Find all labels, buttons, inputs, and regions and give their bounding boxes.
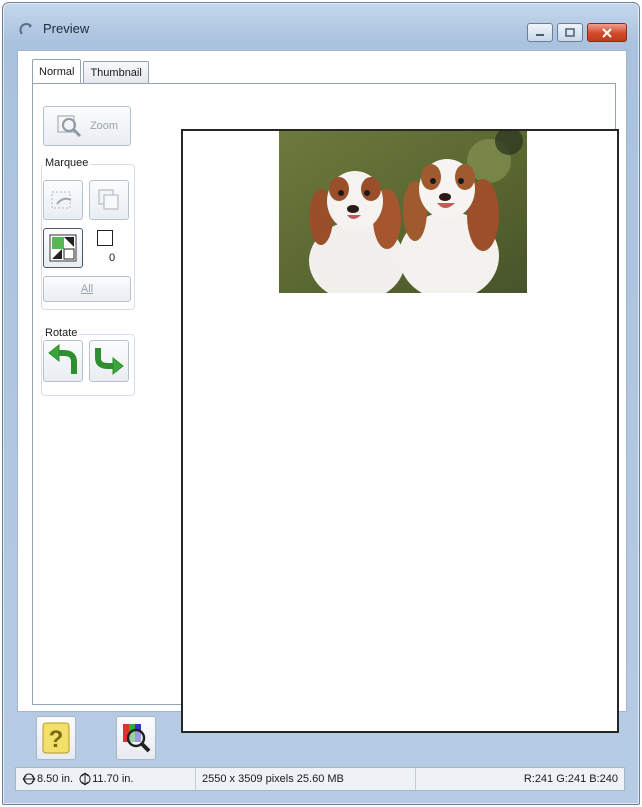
window-title: Preview (43, 21, 90, 36)
auto-locate-button[interactable] (43, 228, 83, 268)
rotate-left-button[interactable] (43, 340, 83, 382)
status-bar: 8.50 in. 11.70 in. 2550 x 3509 pixels 25… (15, 767, 625, 791)
client-area: Normal Thumbnail Zoom Marquee 0 All Rota… (17, 50, 627, 733)
document-size-cell: 8.50 in. 11.70 in. (16, 768, 196, 790)
marquee-scale-icon (51, 191, 72, 209)
rgb-readout: R:241 G:241 B:240 (523, 773, 618, 785)
tab-panel-normal: Zoom Marquee 0 All Rotate (32, 83, 619, 733)
tab-strip: Normal Thumbnail (32, 59, 151, 83)
marquee-label: Marquee (43, 157, 91, 169)
zoom-label: Zoom (89, 120, 119, 132)
rotate-left-icon (48, 344, 77, 374)
rotate-right-button[interactable] (89, 340, 129, 382)
zoom-button[interactable]: Zoom (43, 106, 131, 146)
minimize-icon (536, 33, 544, 36)
close-icon (602, 27, 612, 38)
tab-normal[interactable]: Normal (32, 59, 82, 83)
marquee-scale-button[interactable] (43, 180, 83, 220)
marquee-copy-icon (98, 189, 119, 210)
rgb-readout-cell: R:241 G:241 B:240 (518, 768, 624, 790)
preview-canvas[interactable] (181, 129, 619, 733)
title-bar[interactable]: Preview (3, 3, 639, 43)
scanner-preview-icon (19, 23, 32, 35)
preview-window: Preview Normal Thumbnail Zoom Marquee 0 … (2, 2, 640, 805)
width-arrow-icon (22, 773, 36, 785)
maximize-button[interactable] (557, 23, 583, 42)
height-arrow-icon (79, 772, 91, 786)
zoom-icon (57, 115, 81, 138)
two-cavalier-spaniels-photo[interactable] (279, 131, 527, 293)
tab-thumbnail[interactable]: Thumbnail (83, 61, 149, 83)
marquee-count: 0 (109, 252, 116, 264)
marquee-count-box (97, 230, 113, 246)
rotate-right-icon (95, 348, 124, 376)
color-palette-magnifier-icon (123, 724, 151, 753)
all-label: All (80, 283, 94, 295)
caption-buttons (523, 23, 627, 43)
help-icon: ? (42, 722, 70, 754)
color-palette-button[interactable] (116, 716, 156, 760)
maximize-icon (565, 27, 575, 37)
auto-locate-icon (49, 234, 77, 262)
marquee-copy-button[interactable] (89, 180, 129, 220)
pixel-size-text: 2550 x 3509 pixels 25.60 MB (202, 773, 344, 785)
rotate-label: Rotate (43, 327, 80, 339)
svg-text:?: ? (49, 726, 64, 753)
pixel-info-cell: 2550 x 3509 pixels 25.60 MB (196, 768, 416, 790)
document-width: 8.50 in. (37, 773, 74, 785)
minimize-button[interactable] (527, 23, 553, 42)
all-button[interactable]: All (43, 276, 131, 302)
close-button[interactable] (587, 23, 627, 42)
document-height: 11.70 in. (92, 773, 134, 785)
help-button[interactable]: ? (36, 716, 76, 760)
